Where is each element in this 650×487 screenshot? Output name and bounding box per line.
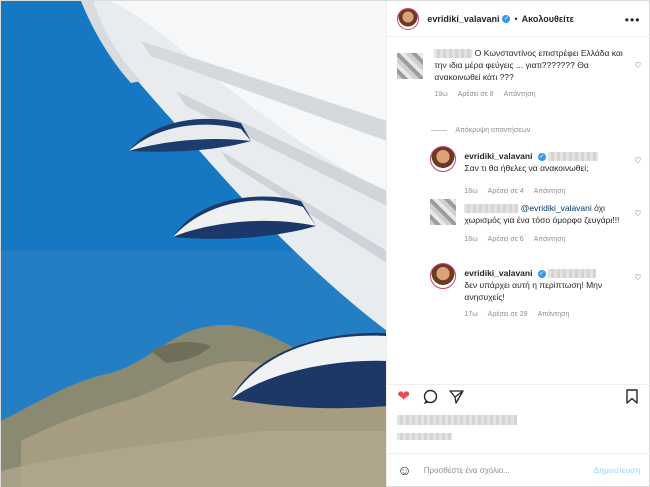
comments-panel: evridiki_valavani ✓ • Ακολουθείτε ••• Ο … xyxy=(386,1,650,486)
author-avatar[interactable] xyxy=(397,7,420,30)
reply-author-avatar[interactable] xyxy=(430,146,457,172)
comment-like-heart-icon[interactable]: ♡ xyxy=(634,61,641,70)
add-comment-bar: ☺ Προσθέστε ένα σχόλιο... Δημοσίευση xyxy=(387,453,650,486)
post-header: evridiki_valavani ✓ • Ακολουθείτε ••• xyxy=(387,1,650,37)
heart-filled-icon[interactable]: ❤ xyxy=(397,389,410,404)
reply-likes-count[interactable]: Αρέσει σε 6 xyxy=(488,236,524,243)
author-username[interactable]: evridiki_valavani xyxy=(427,14,499,24)
send-icon[interactable] xyxy=(449,389,465,407)
reply-time: 17ω xyxy=(464,311,478,318)
mentioned-username-blurred[interactable] xyxy=(548,152,599,162)
commenter-avatar-blurred[interactable] xyxy=(397,53,424,79)
likes-summary-blurred xyxy=(397,415,518,440)
reply-likes-count[interactable]: Αρέσει σε 4 xyxy=(488,188,524,195)
reply-item: evridiki_valavani ✓ δεν υπάρχει αυτή η π… xyxy=(430,263,645,318)
reply-author-avatar-blurred[interactable] xyxy=(430,199,457,225)
post-action-bar: ❤ xyxy=(387,384,650,410)
verified-icon: ✓ xyxy=(537,152,546,161)
reply-text: δεν υπάρχει αυτή η περίπτωση! Μην ανησυχ… xyxy=(464,280,603,302)
reply-button[interactable]: Απάντηση xyxy=(538,311,570,318)
reply-time: 18ω xyxy=(464,236,478,243)
instagram-post-modal: evridiki_valavani ✓ • Ακολουθείτε ••• Ο … xyxy=(0,0,650,487)
reply-author-username-blurred[interactable] xyxy=(464,204,519,214)
reply-button[interactable]: Απάντηση xyxy=(534,188,566,195)
reply-button[interactable]: Απάντηση xyxy=(504,91,536,98)
reply-author-username[interactable]: evridiki_valavani xyxy=(464,151,532,161)
separator-dot: • xyxy=(514,13,518,24)
post-date-blurred xyxy=(397,433,453,440)
reply-text: Σαν τι θα ήθελες να ανακοινωθεί; xyxy=(464,163,589,173)
reply-mention-link[interactable]: @evridiki_valavani xyxy=(521,203,592,213)
verified-icon: ✓ xyxy=(537,269,546,278)
verified-icon: ✓ xyxy=(502,14,511,23)
reply-button[interactable]: Απάντηση xyxy=(534,236,566,243)
reply-item: @evridiki_valavani όχι χωρισμός για ένα … xyxy=(430,199,645,243)
post-photo xyxy=(1,1,387,487)
comment-likes-count[interactable]: Αρέσει σε 8 xyxy=(458,91,494,98)
comment-bubble-icon[interactable] xyxy=(423,389,438,407)
airplane-wing-illustration xyxy=(1,1,387,487)
commenter-username-blurred[interactable] xyxy=(434,49,473,59)
reply-author-username[interactable]: evridiki_valavani xyxy=(464,268,532,278)
following-button[interactable]: Ακολουθείτε xyxy=(522,14,574,24)
reply-item: evridiki_valavani ✓ Σαν τι θα ήθελες να … xyxy=(430,146,645,195)
comment-item: Ο Κωνσταντίνος επιστρέφει Ελλάδα και την… xyxy=(397,47,645,98)
bookmark-icon[interactable] xyxy=(626,389,639,407)
reply-like-heart-icon[interactable]: ♡ xyxy=(634,156,641,165)
reply-time: 18ω xyxy=(464,188,478,195)
reply-likes-count[interactable]: Αρέσει σε 29 xyxy=(488,311,528,318)
hide-replies-line xyxy=(431,130,448,131)
likes-text-blurred[interactable] xyxy=(397,415,518,425)
hide-replies-toggle[interactable]: Απόκρυψη απαντήσεων xyxy=(431,127,530,134)
mentioned-username-blurred[interactable] xyxy=(548,269,597,279)
reply-like-heart-icon[interactable]: ♡ xyxy=(634,273,641,282)
comment-input[interactable]: Προσθέστε ένα σχόλιο... xyxy=(424,466,594,475)
reply-like-heart-icon[interactable]: ♡ xyxy=(634,209,641,218)
post-comment-button[interactable]: Δημοσίευση xyxy=(593,466,640,475)
hide-replies-label[interactable]: Απόκρυψη απαντήσεων xyxy=(455,127,530,134)
more-options-icon[interactable]: ••• xyxy=(625,13,641,27)
reply-author-avatar[interactable] xyxy=(430,263,457,289)
smiley-icon[interactable]: ☺ xyxy=(397,462,411,478)
comment-time: 19ω xyxy=(434,91,448,98)
